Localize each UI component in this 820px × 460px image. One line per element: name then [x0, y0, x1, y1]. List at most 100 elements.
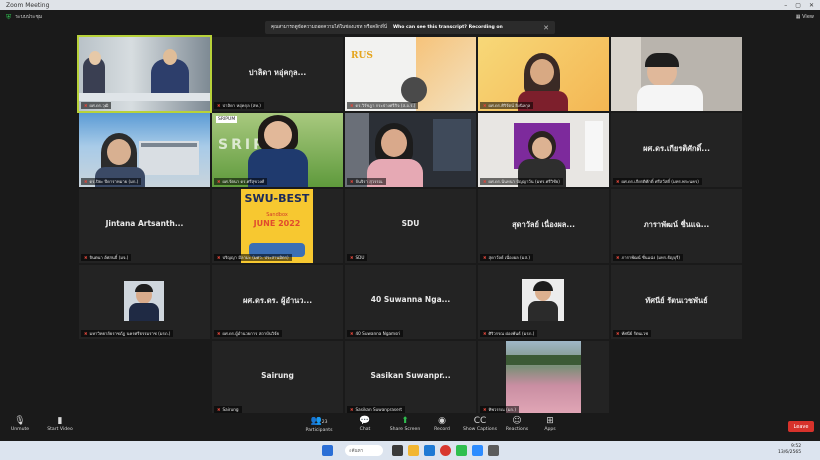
participant-label: ✖ Sairung [214, 406, 242, 413]
profile-picture [124, 281, 164, 321]
participants-icon: 👥23 [310, 416, 328, 426]
microphone-muted-icon: ✖ [616, 331, 620, 336]
shield-icon[interactable]: ⛨ [6, 13, 11, 22]
microphone-muted-icon: ✖ [350, 331, 354, 336]
participant-tile[interactable]: Sairung ✖ Sairung [212, 341, 343, 415]
microphone-muted-icon: ✖ [217, 407, 221, 412]
microphone-muted-icon: ✖ [217, 179, 221, 184]
microphone-muted-icon: ✖ [217, 255, 221, 260]
participant-label-text: ดร.ปิยะ ปีดาราหมาย (มก.) [89, 179, 139, 184]
task-view-icon[interactable] [392, 445, 403, 456]
participant-label-text: มหาวิทยาลัยราชภัฏ นครศรีธรรมราช (มรภ.) [89, 331, 171, 336]
participants-button[interactable]: 👥23 Participants [299, 416, 339, 433]
chat-icon: 💬 [359, 416, 371, 426]
participant-tile[interactable]: ✖ ศิริวรรณ ผ่องพันธ์ (มรภ.) [478, 265, 609, 339]
close-icon[interactable]: ✕ [543, 24, 549, 32]
line-icon[interactable] [456, 445, 467, 456]
chrome-icon[interactable] [440, 445, 451, 456]
participant-label-text: ดร.วิรัชฎา กระจ่างศรีกิจ (ส.อ.ร.) [355, 103, 416, 108]
minimize-icon[interactable]: – [784, 2, 787, 9]
participant-label-text: ผศ.รัตนา ดร.ศรีสุขวงศ์ [222, 179, 265, 184]
zoom-icon[interactable] [472, 445, 483, 456]
participant-tile[interactable]: SDU ✖ SDU [345, 189, 476, 263]
video-off-icon: ▮ [57, 416, 63, 426]
record-button[interactable]: ◉ Record [422, 416, 462, 432]
participant-tile[interactable]: ✖ ผศ.ดร.วุฒิ [77, 35, 212, 113]
window-title: Zoom Meeting [6, 1, 50, 9]
microphone-muted-icon: ✖ [616, 179, 620, 184]
microphone-muted-icon: ✖ [350, 179, 354, 184]
participant-label-text: Sasikan Suwanprasert [355, 407, 403, 412]
show-captions-button[interactable]: CC Show Captions [460, 416, 500, 432]
microphone-muted-icon: ✖ [84, 179, 88, 184]
participant-label-text: ปริญญา มีลามะ (มศว. ประสานมิตร) [222, 255, 289, 260]
participant-label: ✖ ผศ.ดร.ศิริรัตน์ ยิ่งนิลกุล [480, 102, 534, 109]
participant-label: ✖ ผศ.ดร.เกียรติศักดิ์ ศรีสวัสดิ์ (มทร.พระ… [613, 178, 702, 185]
apps-button[interactable]: ⊞ Apps [530, 416, 570, 432]
participant-tile[interactable]: ทัศนีย์ รัตนเวชพันธ์ ✖ ทัศนีย์ รัตนเวช [611, 265, 742, 339]
participant-label: ✖ ผศ.ดร.นันทนา ปัญญาวัน (มทร.ศรีวิชัย) [480, 178, 563, 185]
participant-label: ✖ ปริญญา มีลามะ (มศว. ประสานมิตร) [214, 254, 292, 261]
banner-text: คุณสามารถดูข้อความถอดความได้ในช่องแชท หร… [271, 25, 387, 30]
participant-tile[interactable]: SRIPUM SRIPUM ✖ ผศ.รัตนา ดร.ศรีสุขวงศ์ [212, 113, 343, 187]
file-explorer-icon[interactable] [408, 445, 419, 456]
participant-tile[interactable]: ✖ มหาวิทยาลัยราชภัฏ นครศรีธรรมราช (มรภ.) [79, 265, 210, 339]
microphone-muted-icon: ✖ [84, 331, 88, 336]
participant-tile[interactable]: ✖ ผศ.ดร.นันทนา ปัญญาวัน (มทร.ศรีวิชัย) [478, 113, 609, 187]
start-icon[interactable] [322, 445, 333, 456]
participant-label: ✖ ดร.ปิยะ ปีดาราหมาย (มก.) [81, 178, 142, 185]
system-clock[interactable]: 9:52 13/6/2565 [778, 444, 801, 456]
captions-icon: CC [473, 416, 487, 426]
poster-image: SWU-BEST Sandbox JUNE 2022 [212, 189, 343, 263]
participant-name: Sasikan Suwanpr... [370, 371, 451, 380]
participant-tile[interactable] [611, 37, 742, 111]
participant-label-text: จันจิรา สุวรรณ [355, 179, 383, 184]
participant-label-text: ปาลิดา หอุ่คกุล (สห.) [222, 103, 261, 108]
participant-tile[interactable]: ผศ.ดร.ดร. ผู้อำนว... ✖ ผศ.ดร.ผู้อำนวยการ ส… [212, 265, 343, 339]
participant-tile[interactable]: ภาราพัฒน์ ชื่นแฉ... ✖ ภาราพัฒน์ ชื่นแฉ่ง (… [611, 189, 742, 263]
poster-title: SWU-BEST [244, 192, 310, 205]
view-label: View [802, 14, 814, 20]
edge-icon[interactable] [424, 445, 435, 456]
profile-picture [522, 279, 564, 321]
maximize-icon[interactable]: ▢ [795, 2, 801, 9]
participant-label-text: ผศ.ดร.ผู้อำนวยการ สถาบันวิจัย [222, 331, 279, 336]
participant-tile[interactable]: ✖ ทิพวรรณ (มก.) [478, 341, 609, 415]
unmute-button[interactable]: 🎙 Unmute [0, 416, 40, 432]
participant-tile[interactable]: RUS ✖ ดร.วิรัชฎา กระจ่างศรีกิจ (ส.อ.ร.) [345, 37, 476, 111]
participant-name: ทัศนีย์ รัตนเวชพันธ์ [645, 296, 708, 305]
meeting-info-label[interactable]: ระบบประชุม [15, 13, 42, 21]
participant-label: ✖ ภาราพัฒน์ ชื่นแฉ่ง (มทร.ธัญบุรี) [613, 254, 683, 261]
app-icon[interactable] [488, 445, 499, 456]
participant-tile[interactable]: ✖ จันจิรา สุวรรณ [345, 113, 476, 187]
participant-name: Jintana Artsanth... [105, 219, 184, 228]
participant-label: ✖ ทัศนีย์ รัตนเวช [613, 330, 652, 337]
share-screen-button[interactable]: ⬆ Share Screen [385, 416, 425, 432]
microphone-muted-icon: ✖ [483, 103, 487, 108]
participant-tile[interactable]: ปาลิดา หอุ่คกุล... ✖ ปาลิดา หอุ่คกุล (สห.) [212, 37, 343, 111]
banner-question[interactable]: Who can see this transcript? Recording o… [393, 25, 503, 30]
microphone-muted-icon: ✖ [483, 331, 487, 336]
participant-label-text: ผศ.ดร.ศิริรัตน์ ยิ่งนิลกุล [488, 103, 531, 108]
participant-name: Sairung [261, 371, 294, 380]
participant-label-text: จินตนา อัศสนธิ์ (มจ.) [89, 255, 129, 260]
participant-label-text: SDU [355, 255, 365, 260]
participant-tile[interactable]: สุดาวัลย์ เนื่องผล... ✖ สุดาวัลย์ เนื่องผล… [478, 189, 609, 263]
participant-tile[interactable]: Jintana Artsanth... ✖ จินตนา อัศสนธิ์ (มจ.… [79, 189, 210, 263]
view-button[interactable]: ▦ View [796, 14, 814, 20]
participant-tile[interactable]: SWU-BEST Sandbox JUNE 2022 ✖ ปริญญา มีลามะ (… [212, 189, 343, 263]
start-video-button[interactable]: ▮ Start Video [40, 416, 80, 432]
close-icon[interactable]: ✕ [809, 2, 814, 9]
microphone-muted-icon: ✖ [84, 255, 88, 260]
participant-tile[interactable]: 40 Suwanna Nga... ✖ 40 Suwanna Ngamsri [345, 265, 476, 339]
participant-tile[interactable]: ผศ.ดร.เกียรติศักดิ์... ✖ ผศ.ดร.เกียรติศักด… [611, 113, 742, 187]
participant-label: ✖ มหาวิทยาลัยราชภัฏ นครศรีธรรมราช (มรภ.) [81, 330, 174, 337]
chat-button[interactable]: 💬 Chat [345, 416, 385, 432]
participant-tile[interactable]: Sasikan Suwanpr... ✖ Sasikan Suwanprasert [345, 341, 476, 415]
participant-tile[interactable]: ✖ ผศ.ดร.ศิริรัตน์ ยิ่งนิลกุล [478, 37, 609, 111]
participant-label: ✖ ผศ.ดร.วุฒิ [81, 102, 112, 109]
participant-tile[interactable]: ✖ ดร.ปิยะ ปีดาราหมาย (มก.) [79, 113, 210, 187]
leave-button[interactable]: Leave [788, 421, 814, 432]
taskbar-search[interactable]: ⌕ ค้นหา [345, 445, 383, 456]
participant-label: ✖ ปาลิดา หอุ่คกุล (สห.) [214, 102, 264, 109]
